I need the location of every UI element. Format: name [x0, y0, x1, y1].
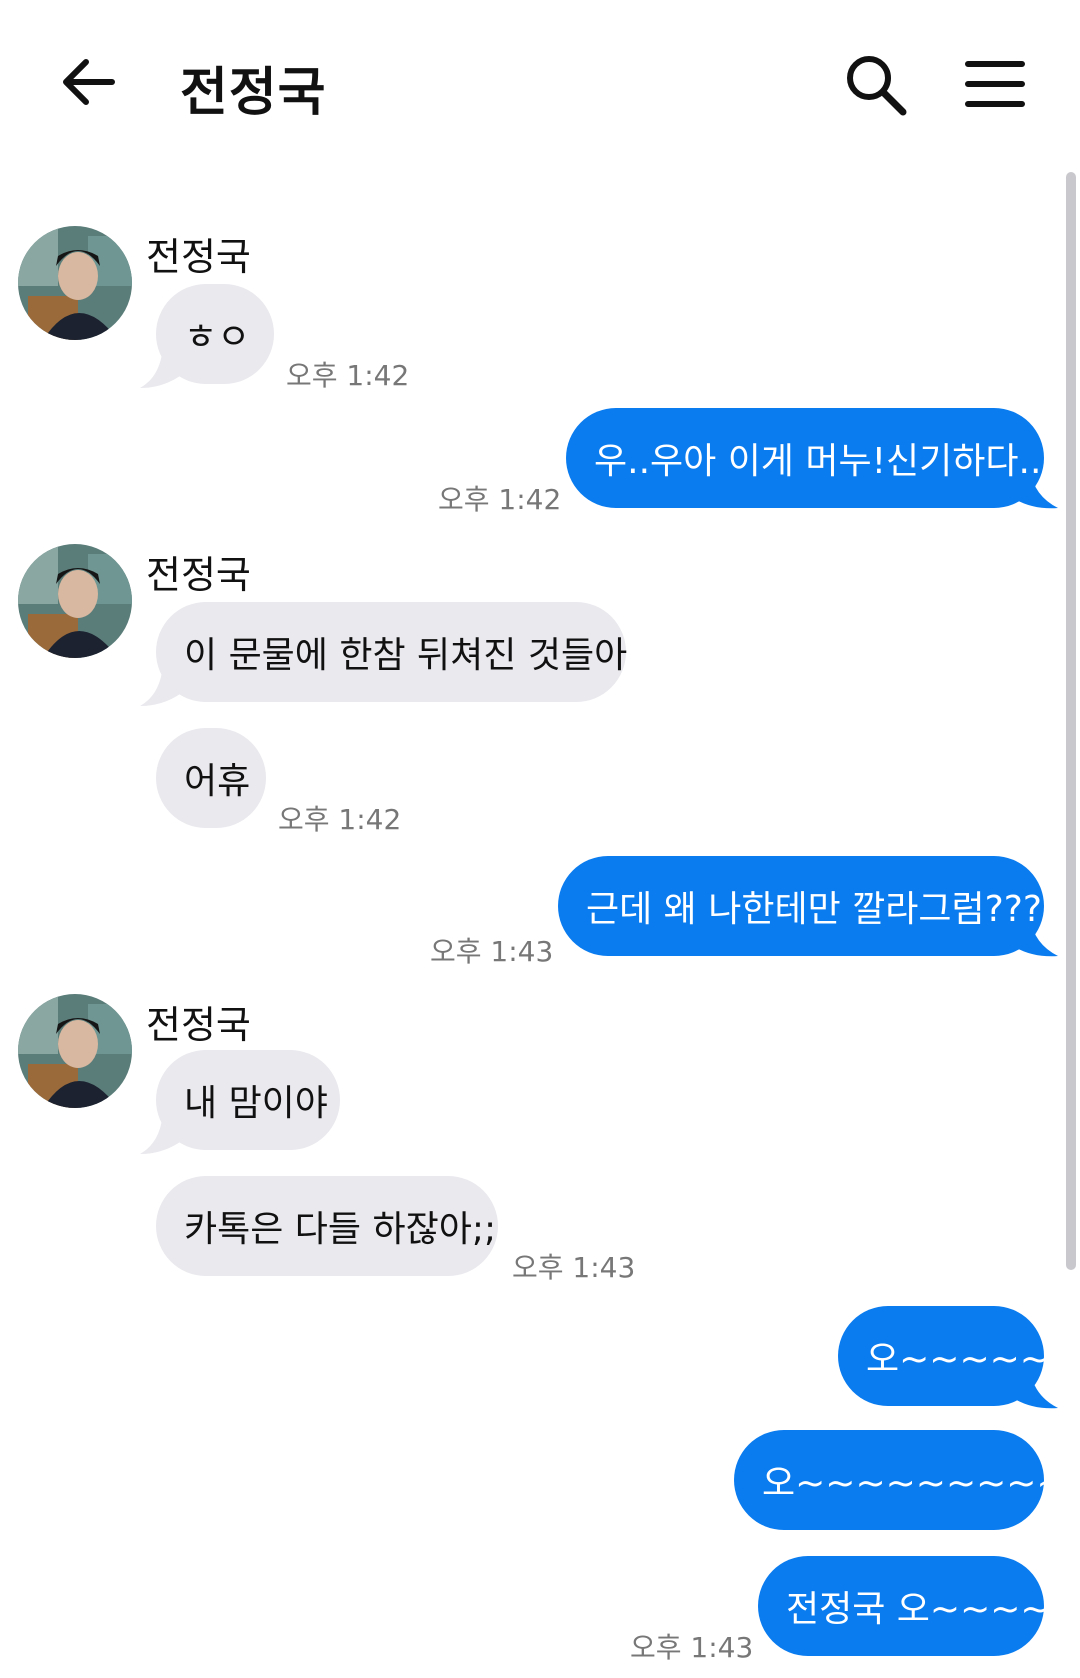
chat-header: 전정국 — [0, 0, 1080, 170]
message-time: 오후 1:42 — [278, 803, 402, 836]
avatar[interactable] — [18, 544, 132, 658]
hamburger-menu-icon — [965, 61, 1025, 107]
sender-name: 전정국 — [146, 235, 251, 279]
message-bubble[interactable]: 어휴 — [156, 728, 266, 828]
message-time: 오후 1:42 — [286, 359, 410, 392]
profile-photo-icon — [18, 226, 132, 340]
profile-photo-icon — [18, 544, 132, 658]
message-bubble[interactable]: ㅎㅇ — [156, 284, 274, 384]
message-bubble[interactable]: 오~~~~~ — [838, 1306, 1050, 1406]
avatar[interactable] — [18, 226, 132, 340]
message-time: 오후 1:42 — [438, 483, 562, 516]
chat-title: 전정국 — [180, 63, 327, 123]
arrow-left-icon — [63, 59, 115, 105]
message-time: 오후 1:43 — [630, 1631, 754, 1664]
sender-name: 전정국 — [146, 553, 251, 597]
profile-photo-icon — [18, 994, 132, 1108]
message-bubble[interactable]: 오~~~~~~~~~~ — [734, 1430, 1080, 1530]
sender-name: 전정국 — [146, 1003, 251, 1047]
message-bubble[interactable]: 카톡은 다들 하잖아;; — [156, 1176, 498, 1276]
message-bubble[interactable]: 전정국 오~~~~ — [758, 1556, 1051, 1656]
message-time: 오후 1:43 — [430, 935, 554, 968]
message-bubble[interactable]: 이 문물에 한참 뒤쳐진 것들아 — [156, 602, 627, 702]
menu-button[interactable] — [964, 54, 1026, 114]
search-icon — [847, 56, 907, 116]
message-time: 오후 1:43 — [512, 1251, 636, 1284]
message-bubble[interactable]: 우..우아 이게 머누!신기하다..! — [566, 408, 1056, 508]
search-button[interactable] — [843, 52, 909, 118]
message-bubble[interactable]: 내 맘이야 — [156, 1050, 340, 1150]
message-bubble[interactable]: 근데 왜 나한테만 깔라그럼??? — [558, 856, 1044, 956]
back-button[interactable] — [56, 52, 120, 116]
avatar[interactable] — [18, 994, 132, 1108]
chat-scrollbar[interactable] — [1066, 172, 1076, 1270]
